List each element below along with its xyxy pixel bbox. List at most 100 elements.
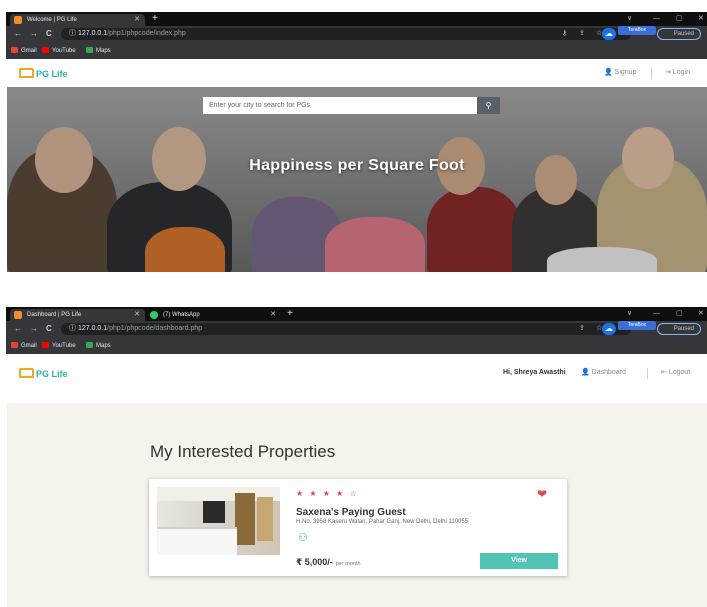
signup-label: Signup bbox=[614, 69, 637, 76]
profile-paused-button[interactable]: Paused bbox=[657, 28, 701, 40]
hero-title: Happiness per Square Foot bbox=[249, 157, 465, 174]
terabox-cloud-icon[interactable]: ☁ bbox=[602, 28, 616, 40]
property-address: H.No. 3958 Kaseru Walan, Pahar Ganj, New… bbox=[296, 519, 469, 525]
property-image[interactable] bbox=[157, 487, 280, 555]
share-icon[interactable]: ⇪ bbox=[579, 324, 585, 334]
rating-stars: ★ ★ ★ ★ ☆ bbox=[296, 489, 359, 498]
key-icon[interactable]: ⚷ bbox=[562, 29, 567, 39]
minimize-icon[interactable]: — bbox=[653, 307, 660, 320]
room-wardrobe bbox=[235, 493, 255, 545]
signup-link[interactable]: 👤 Signup bbox=[604, 68, 636, 78]
house-logo-icon bbox=[19, 368, 34, 378]
profile-paused-button[interactable]: Paused bbox=[657, 323, 701, 335]
reload-icon[interactable]: C bbox=[46, 28, 52, 40]
nav-divider bbox=[647, 368, 648, 379]
bookmark-gmail[interactable]: Gmail bbox=[11, 340, 37, 352]
hero-banner: Happiness per Square Foot bbox=[7, 87, 707, 272]
close-icon[interactable]: ✕ bbox=[270, 309, 276, 321]
gmail-icon bbox=[11, 47, 18, 53]
dashboard-link[interactable]: 👤 Dashboard bbox=[581, 368, 626, 378]
dashboard-label: Dashboard bbox=[591, 369, 626, 376]
bookmarks-bar: Gmail YouTube Maps bbox=[6, 338, 707, 354]
tab-title: Welcome | PG Life bbox=[27, 17, 77, 23]
bookmark-maps[interactable]: Maps bbox=[86, 45, 111, 57]
property-name[interactable]: Saxena's Paying Guest bbox=[296, 507, 406, 518]
bookmark-maps[interactable]: Maps bbox=[86, 340, 111, 352]
close-icon[interactable]: ✕ bbox=[134, 14, 140, 26]
back-icon[interactable]: ← bbox=[14, 28, 22, 40]
minimize-icon[interactable]: — bbox=[653, 12, 660, 25]
tab-search-dropdown-icon[interactable]: ∨ bbox=[627, 307, 632, 320]
bookmark-gmail[interactable]: Gmail bbox=[11, 45, 37, 57]
pglife-favicon-icon bbox=[14, 311, 22, 319]
interested-heart-icon[interactable]: ❤ bbox=[537, 487, 547, 501]
share-icon[interactable]: ⇪ bbox=[579, 29, 585, 39]
property-rent: ₹ 5,000/- per month bbox=[296, 557, 361, 568]
bookmark-label: Maps bbox=[96, 48, 111, 54]
youtube-icon bbox=[42, 47, 49, 53]
bookmark-youtube[interactable]: YouTube bbox=[42, 340, 76, 352]
rent-amount: ₹ 5,000/- bbox=[296, 557, 333, 567]
address-bar[interactable]: ⓘ 127.0.0.1/php1/phpcode/dashboard.php bbox=[61, 323, 631, 335]
logout-label: Logout bbox=[668, 369, 691, 376]
tab-search-dropdown-icon[interactable]: ∨ bbox=[627, 12, 632, 25]
view-button[interactable]: View bbox=[480, 553, 558, 569]
logout-icon: ⇤ bbox=[661, 369, 667, 376]
login-link[interactable]: ⇥ Login bbox=[665, 68, 690, 78]
site-info-icon[interactable]: ⓘ bbox=[69, 325, 78, 332]
pglife-favicon-icon bbox=[14, 16, 22, 24]
tab-strip: Dashboard | PG Life ✕ (7) WhatsApp ✕ + ∨… bbox=[6, 307, 707, 321]
logo-text: PG Life bbox=[36, 69, 68, 79]
maximize-icon[interactable]: ▢ bbox=[676, 12, 683, 25]
property-card: ★ ★ ★ ★ ☆ ❤ Saxena's Paying Guest H.No. … bbox=[149, 479, 567, 576]
bookmark-label: Gmail bbox=[21, 48, 37, 54]
maps-icon bbox=[86, 342, 93, 348]
room-window bbox=[203, 501, 225, 523]
new-tab-button[interactable]: + bbox=[152, 12, 158, 26]
hero-overlay bbox=[7, 87, 707, 272]
user-icon: 👤 bbox=[581, 369, 590, 376]
city-search-input[interactable] bbox=[203, 97, 477, 114]
bookmark-label: YouTube bbox=[52, 48, 76, 54]
tab-welcome[interactable]: Welcome | PG Life ✕ bbox=[10, 14, 145, 26]
forward-icon[interactable]: → bbox=[30, 28, 38, 40]
search-icon: ⚲ bbox=[485, 101, 492, 110]
room-curtain bbox=[257, 497, 273, 541]
url-path: /php1/phpcode/dashboard.php bbox=[107, 325, 203, 332]
search-button[interactable]: ⚲ bbox=[477, 97, 500, 114]
site-info-icon[interactable]: ⓘ bbox=[69, 30, 78, 37]
user-greeting: Hi, Shreya Awasthi bbox=[503, 369, 566, 376]
user-icon: 👤 bbox=[604, 69, 613, 76]
tab-title: (7) WhatsApp bbox=[163, 312, 200, 318]
new-tab-button[interactable]: + bbox=[287, 307, 293, 321]
terabox-tooltip: TeraBox bbox=[618, 321, 656, 330]
terabox-cloud-icon[interactable]: ☁ bbox=[602, 323, 616, 335]
back-icon[interactable]: ← bbox=[14, 323, 22, 335]
close-icon[interactable]: ✕ bbox=[134, 309, 140, 321]
maps-icon bbox=[86, 47, 93, 53]
bookmark-youtube[interactable]: YouTube bbox=[42, 45, 76, 57]
tab-strip: Welcome | PG Life ✕ + ∨ — ▢ ✕ bbox=[6, 12, 707, 26]
tab-dashboard[interactable]: Dashboard | PG Life ✕ bbox=[10, 309, 145, 321]
bookmark-label: Maps bbox=[96, 343, 111, 349]
site-logo[interactable]: PG Life bbox=[19, 68, 68, 79]
youtube-icon bbox=[42, 342, 49, 348]
house-logo-icon bbox=[19, 68, 34, 78]
tab-title: Dashboard | PG Life bbox=[27, 312, 82, 318]
url-host: 127.0.0.1 bbox=[77, 30, 108, 37]
address-bar[interactable]: ⓘ 127.0.0.1/php1/phpcode/index.php bbox=[61, 28, 631, 40]
nav-divider bbox=[651, 68, 652, 79]
gmail-icon bbox=[11, 342, 18, 348]
window-close-icon[interactable]: ✕ bbox=[698, 12, 704, 25]
window-close-icon[interactable]: ✕ bbox=[698, 307, 704, 320]
reload-icon[interactable]: C bbox=[46, 323, 52, 335]
site-logo[interactable]: PG Life bbox=[19, 368, 68, 379]
logout-link[interactable]: ⇤ Logout bbox=[661, 368, 690, 378]
maximize-icon[interactable]: ▢ bbox=[676, 307, 683, 320]
whatsapp-icon bbox=[150, 311, 158, 319]
rent-unit: per month bbox=[335, 561, 361, 567]
tab-whatsapp[interactable]: (7) WhatsApp ✕ bbox=[146, 309, 281, 321]
url-host: 127.0.0.1 bbox=[77, 325, 108, 332]
forward-icon[interactable]: → bbox=[30, 323, 38, 335]
bookmark-label: Gmail bbox=[21, 343, 37, 349]
